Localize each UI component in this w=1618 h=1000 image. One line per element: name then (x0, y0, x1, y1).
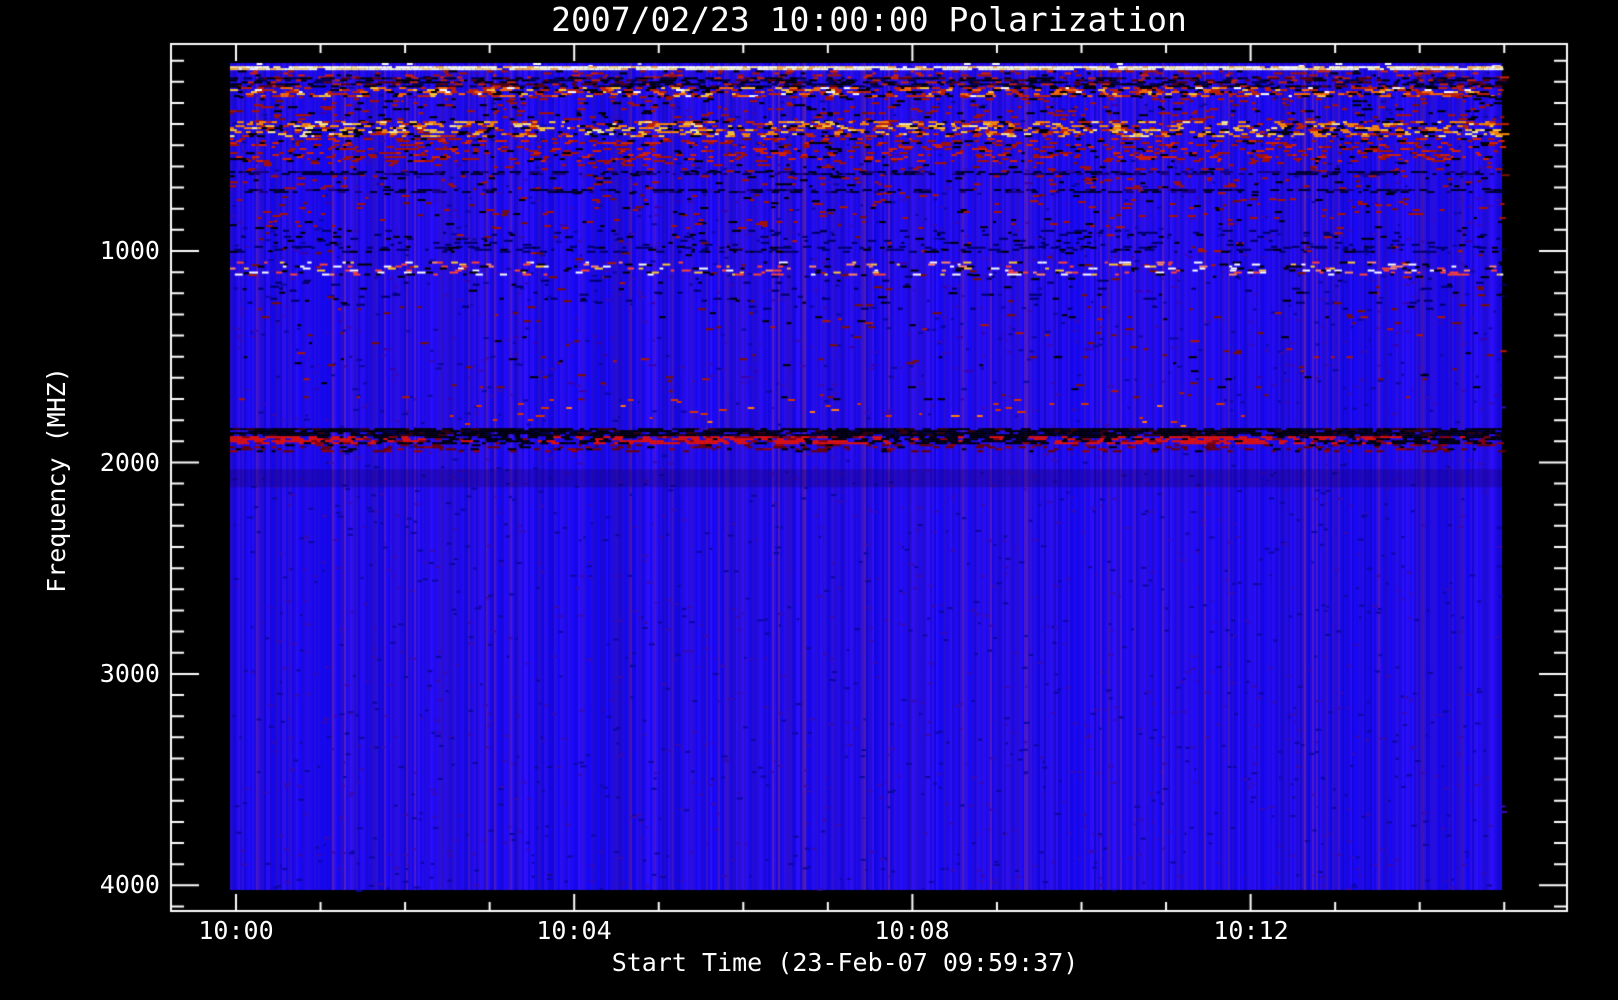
y-tick-label-3000: 3000 (99, 659, 160, 688)
x-tick-label-1008: 10:08 (874, 916, 950, 945)
plot-title: 2007/02/23 10:00:00 Polarization (551, 0, 1187, 39)
y-axis-label: Frequency (MHZ) (42, 367, 71, 593)
y-tick-label-2000: 2000 (99, 448, 160, 477)
x-tick-label-1000: 10:00 (198, 916, 274, 945)
spectrogram-figure: 2007/02/23 10:00:00 Polarization Frequen… (0, 0, 1618, 1000)
x-tick-label-1012: 10:12 (1213, 916, 1289, 945)
x-axis-label: Start Time (23-Feb-07 09:59:37) (611, 948, 1079, 977)
spectrogram-canvas (0, 0, 1618, 1000)
y-tick-label-1000: 1000 (99, 236, 160, 265)
y-tick-label-4000: 4000 (99, 870, 160, 899)
x-tick-label-1004: 10:04 (536, 916, 612, 945)
